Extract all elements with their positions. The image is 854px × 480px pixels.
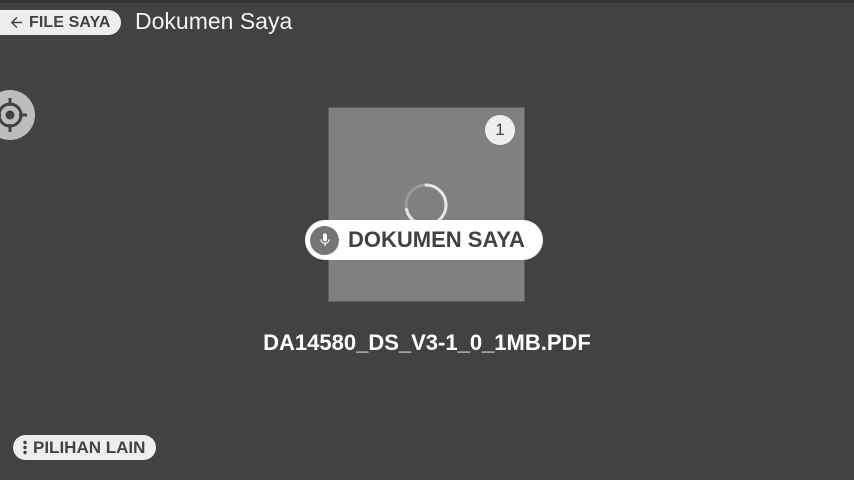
locate-button[interactable] <box>0 90 35 140</box>
back-button-label: FILE SAYA <box>29 13 111 31</box>
voice-hint-label: DOKUMEN SAYA <box>348 227 525 252</box>
back-to-my-files-button[interactable]: FILE SAYA <box>0 10 121 35</box>
voice-command-hint[interactable]: DOKUMEN SAYA <box>305 220 543 260</box>
page-title: Dokumen Saya <box>135 8 293 34</box>
microphone-icon <box>319 233 330 246</box>
microphone-badge <box>310 225 339 255</box>
more-options-label: PILIHAN LAIN <box>33 437 146 457</box>
top-edge-shade <box>0 0 854 3</box>
document-file-name: DA14580_DS_V3-1_0_1MB.PDF <box>263 330 591 355</box>
more-options-button[interactable]: PILIHAN LAIN <box>13 435 157 460</box>
page-count-badge: 1 <box>485 115 515 145</box>
arrow-left-icon <box>10 16 23 29</box>
crosshair-icon <box>0 98 27 132</box>
more-vertical-icon <box>23 440 27 455</box>
